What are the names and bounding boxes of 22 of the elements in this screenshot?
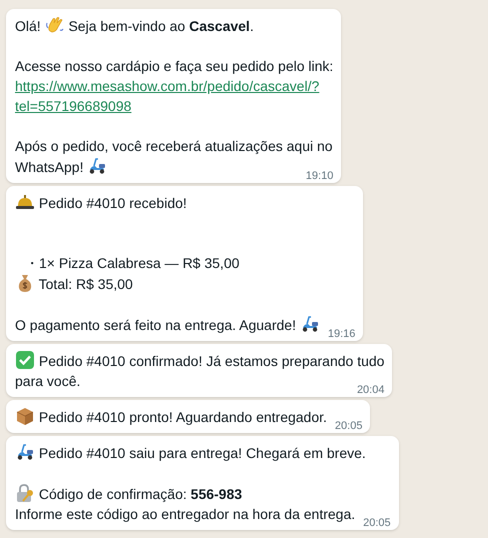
message-time: 19:10 <box>306 169 334 183</box>
message-text: para você. <box>15 373 80 389</box>
message-text: Código de confirmação: 556-983 <box>38 486 242 502</box>
message-text: Informe este código ao entregador na hora da entrega. <box>15 506 356 522</box>
message-time: 20:05 <box>334 419 362 433</box>
message-text: Olá! <box>15 18 42 34</box>
message-text: Pedido #4010 confirmado! Já estamos preparando tudo <box>38 353 384 369</box>
message-text: Acesse nosso cardápio e faça seu pedido pelo link: <box>15 58 334 74</box>
message-time: 20:04 <box>356 383 384 397</box>
message-text: ・1× Pizza Calabresa — R$ 35,00 <box>25 255 240 271</box>
link[interactable]: tel=557196689098 <box>15 98 132 114</box>
link[interactable]: https://www.mesashow.com.br/pedido/cascavel/? <box>15 78 320 94</box>
message-text: Pedido #4010 saiu para entrega! Chegará em breve. <box>38 445 366 461</box>
message-text: WhatsApp! <box>15 159 84 175</box>
message-text: Após o pedido, você receberá atualizações aqui no <box>15 138 333 154</box>
message-text: Seja bem-vindo ao Cascavel. <box>68 18 254 34</box>
message-text: Pedido #4010 recebido! <box>38 195 187 211</box>
message-text: Pedido #4010 pronto! Aguardando entregador. <box>38 409 327 425</box>
message-text: O pagamento será feito na entrega. Aguarde! <box>15 317 297 333</box>
message-time: 20:05 <box>363 516 391 530</box>
message-time: 19:16 <box>328 327 356 341</box>
message-text: Total: R$ 35,00 <box>38 276 133 292</box>
